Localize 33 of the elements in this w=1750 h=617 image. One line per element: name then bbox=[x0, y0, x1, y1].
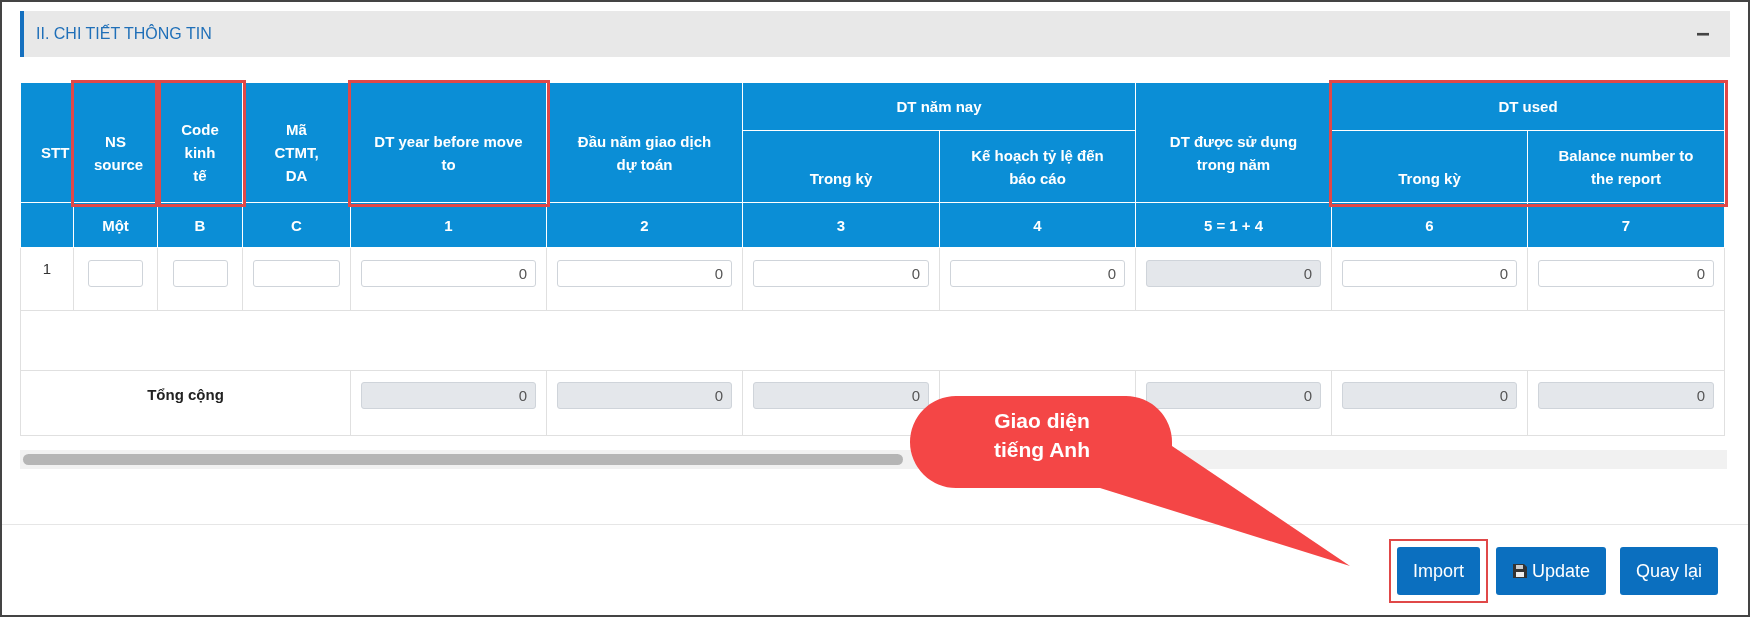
column-number: 5 = 1 + 4 bbox=[1135, 202, 1332, 248]
column-header: Balance number to the report bbox=[1527, 130, 1725, 203]
column-header: NS source bbox=[73, 82, 158, 203]
column-header: Trong kỳ bbox=[1331, 130, 1528, 203]
row-number: 1 bbox=[20, 247, 74, 311]
number-field[interactable]: 0 bbox=[361, 260, 536, 287]
column-header: DT used bbox=[1331, 82, 1725, 131]
number-field[interactable] bbox=[172, 260, 228, 287]
total-label: Tổng cộng bbox=[147, 386, 224, 403]
column-header: DT được sử dụng trong năm bbox=[1135, 82, 1332, 203]
number-field[interactable]: 0 bbox=[557, 260, 732, 287]
section-title: II. CHI TIẾT THÔNG TIN bbox=[36, 23, 212, 44]
number-field[interactable] bbox=[88, 260, 143, 287]
callout-text: Giao diện tiếng Anh bbox=[992, 408, 1091, 463]
number-field[interactable] bbox=[253, 260, 340, 287]
number-field[interactable]: 0 bbox=[950, 260, 1125, 287]
column-number: 2 bbox=[546, 202, 743, 248]
column-number: C bbox=[242, 202, 351, 248]
collapse-button[interactable]: − bbox=[1696, 22, 1710, 46]
number-field[interactable]: 0 bbox=[1538, 260, 1714, 287]
column-header: STT bbox=[20, 82, 74, 203]
column-header: DT year before move to bbox=[350, 82, 547, 203]
number-field[interactable]: 0 bbox=[753, 260, 929, 287]
column-header: Kế hoạch tỷ lệ đến báo cáo bbox=[939, 130, 1136, 203]
action-button[interactable]: Import bbox=[1396, 547, 1480, 595]
update-button[interactable]: Update bbox=[1495, 547, 1606, 595]
number-field[interactable]: 0 bbox=[1342, 260, 1517, 287]
section-header[interactable]: II. CHI TIẾT THÔNG TIN − bbox=[20, 11, 1730, 57]
column-header: Trong kỳ bbox=[742, 130, 940, 203]
action-button[interactable]: Quay lại bbox=[1619, 547, 1718, 595]
column-header: DT năm nay bbox=[742, 82, 1136, 131]
column-number: 4 bbox=[939, 202, 1136, 248]
column-number: 3 bbox=[742, 202, 940, 248]
